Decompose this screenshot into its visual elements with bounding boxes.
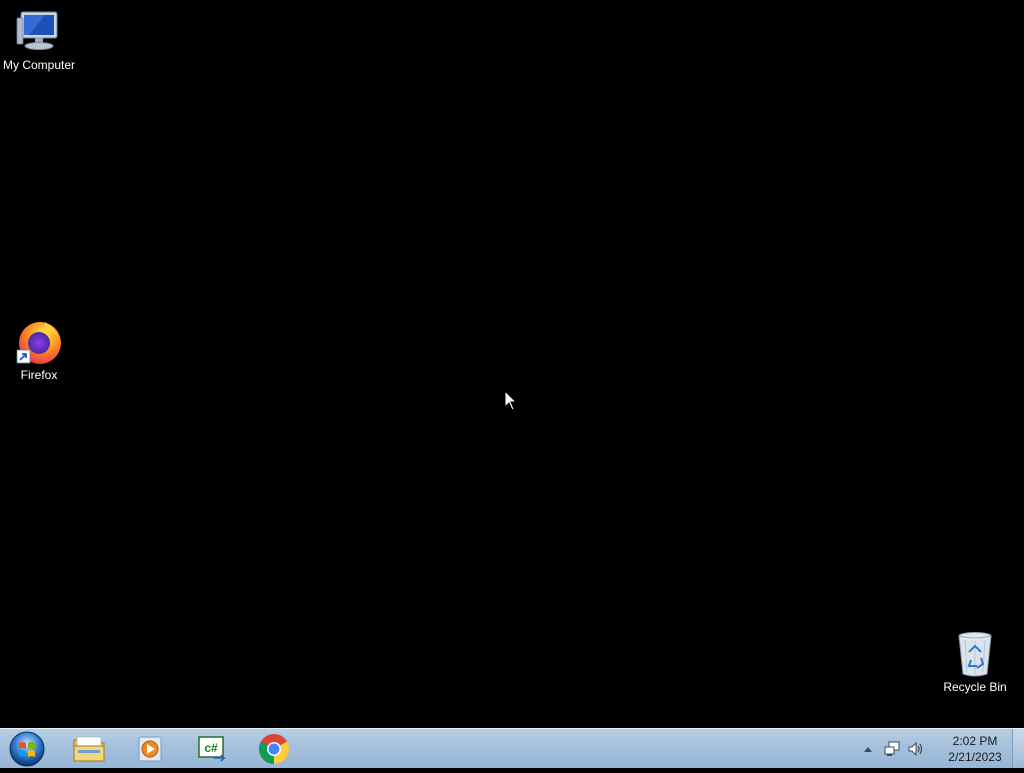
- start-button[interactable]: [4, 730, 50, 768]
- desktop-icon-label: Firefox: [20, 368, 58, 382]
- show-desktop-button[interactable]: [1012, 729, 1024, 768]
- volume-icon: [908, 741, 923, 757]
- taskbar-explorer-button[interactable]: [61, 731, 117, 767]
- recycle-bin-icon: [958, 632, 992, 677]
- desktop-icon-label: Recycle Bin: [943, 680, 1007, 694]
- mouse-cursor-icon: [504, 390, 518, 411]
- svg-text:c#: c#: [204, 741, 218, 755]
- clock[interactable]: 2:02 PM 2/21/2023: [940, 733, 1010, 765]
- taskbar-csharp-button[interactable]: c#: [184, 731, 240, 767]
- windows-orb-icon: [9, 731, 45, 767]
- computer-icon: [16, 11, 58, 50]
- folder-icon: [73, 736, 105, 762]
- system-tray: 2:02 PM 2/21/2023: [856, 729, 1010, 769]
- clock-date: 2/21/2023: [948, 750, 1002, 764]
- clock-time: 2:02 PM: [952, 734, 998, 748]
- volume-tray-button[interactable]: [906, 739, 926, 759]
- taskbar-chrome-button[interactable]: [246, 731, 302, 767]
- desktop-icon-label: My Computer: [2, 58, 76, 72]
- network-tray-button[interactable]: [882, 739, 902, 759]
- desktop-icon-my-computer[interactable]: My Computer: [0, 8, 78, 72]
- desktop-icon-firefox[interactable]: Firefox: [0, 318, 78, 382]
- csharp-icon: c#: [198, 736, 226, 762]
- chevron-up-icon: [864, 747, 872, 752]
- chrome-icon: [258, 734, 290, 764]
- taskbar-media-player-button[interactable]: [122, 731, 178, 767]
- desktop[interactable]: My Computer Firefox Recycle Bin: [0, 0, 1024, 728]
- desktop-icon-recycle-bin[interactable]: Recycle Bin: [936, 630, 1014, 694]
- taskbar: c# 2:02 PM 2/21/2023: [0, 728, 1024, 768]
- network-icon: [884, 741, 900, 756]
- media-player-icon: [138, 736, 162, 762]
- show-hidden-icons-button[interactable]: [858, 739, 878, 759]
- firefox-icon: [16, 322, 61, 364]
